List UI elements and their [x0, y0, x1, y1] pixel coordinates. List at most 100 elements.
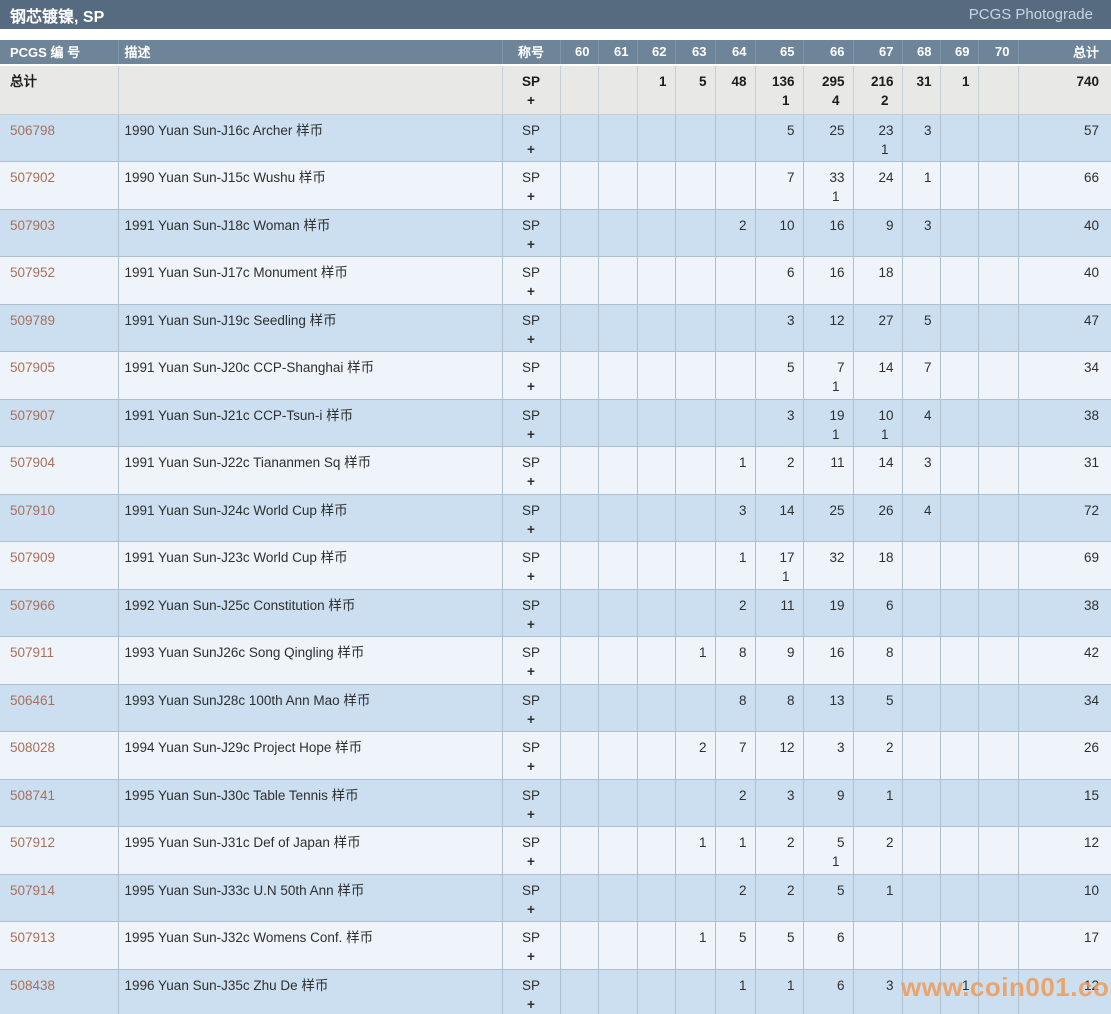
grade-60-count-cell — [560, 542, 598, 590]
pcgs-number-link[interactable]: 506798 — [10, 123, 55, 138]
table-row: 5079141995 Yuan Sun-J33c U.N 50th Ann 样币… — [0, 874, 1111, 922]
grade-60-count-cell — [560, 494, 598, 542]
grade-65-count-cell: 2 — [755, 874, 803, 922]
grade-69-count-cell — [940, 447, 978, 495]
pcgs-number-link[interactable]: 507903 — [10, 218, 55, 233]
grade-64-count-cell — [715, 114, 755, 162]
header-grade-63: 63 — [675, 40, 715, 65]
grade-65-count-cell: 1361 — [755, 65, 803, 114]
grade-70-count-cell — [978, 65, 1018, 114]
header-designation: 称号 — [502, 40, 560, 65]
grade-64-count-cell — [715, 399, 755, 447]
designation-plus: + — [503, 900, 560, 919]
grade-63-count-cell: 5 — [675, 65, 715, 114]
pcgs-number-link[interactable]: 508028 — [10, 740, 55, 755]
grade-62-count-cell — [637, 684, 675, 732]
grade-67-count-cell: 26 — [853, 494, 902, 542]
pcgs-number-link[interactable]: 508438 — [10, 978, 55, 993]
pcgs-number-link[interactable]: 507905 — [10, 360, 55, 375]
pcgs-number-link[interactable]: 509789 — [10, 313, 55, 328]
header-grade-60: 60 — [560, 40, 598, 65]
grade-65-count-cell: 171 — [755, 542, 803, 590]
grade-61-count-cell — [598, 969, 637, 1014]
grade-63-count-cell — [675, 589, 715, 637]
header-pcgs-number: PCGS 编 号 — [0, 40, 118, 65]
grade-70-count-cell — [978, 399, 1018, 447]
grade-68-count-cell — [902, 589, 940, 637]
grade-66-count-cell: 3 — [803, 732, 853, 780]
grade-64-count-cell: 8 — [715, 684, 755, 732]
designation-sp: SP — [503, 833, 560, 852]
row-total-cell: 34 — [1018, 684, 1111, 732]
grade-63-count-cell — [675, 257, 715, 305]
grade-66-count-cell: 32 — [803, 542, 853, 590]
grade-64-count-cell: 48 — [715, 65, 755, 114]
grade-60-count-cell — [560, 399, 598, 447]
pcgs-number-link[interactable]: 506461 — [10, 693, 55, 708]
row-total-cell: 12 — [1018, 969, 1111, 1014]
pcgs-number-link[interactable]: 507910 — [10, 503, 55, 518]
grade-63-count-cell — [675, 352, 715, 400]
grade-62-count-cell — [637, 304, 675, 352]
grade-60-count-cell — [560, 732, 598, 780]
pcgs-number-link[interactable]: 508741 — [10, 788, 55, 803]
pcgs-number-link[interactable]: 507966 — [10, 598, 55, 613]
designation-plus: + — [503, 377, 560, 396]
table-row: 5084381996 Yuan Sun-J35c Zhu De 样币SP+116… — [0, 969, 1111, 1014]
grade-66-count-cell: 191 — [803, 399, 853, 447]
grade-65-count-cell: 5 — [755, 114, 803, 162]
grade-67-count-cell: 2162 — [853, 65, 902, 114]
grade-69-count-cell — [940, 162, 978, 210]
pcgs-number-link[interactable]: 507912 — [10, 835, 55, 850]
pcgs-number-link[interactable]: 507913 — [10, 930, 55, 945]
pcgs-photograde-link[interactable]: PCGS Photograde — [969, 6, 1093, 23]
table-row: 5079031991 Yuan Sun-J18c Woman 样币SP+2101… — [0, 209, 1111, 257]
pcgs-number-link[interactable]: 507911 — [10, 645, 54, 660]
designation-plus: + — [503, 282, 560, 301]
grade-70-count-cell — [978, 874, 1018, 922]
grade-63-count-cell — [675, 542, 715, 590]
pcgs-number-link[interactable]: 507904 — [10, 455, 55, 470]
grade-64-count-cell: 1 — [715, 447, 755, 495]
coin-description: 1993 Yuan SunJ28c 100th Ann Mao 样币 — [118, 684, 502, 732]
grade-65-count-cell: 12 — [755, 732, 803, 780]
grade-66-count-cell: 51 — [803, 827, 853, 875]
grade-62-count-cell — [637, 542, 675, 590]
table-row: 5079051991 Yuan Sun-J20c CCP-Shanghai 样币… — [0, 352, 1111, 400]
grade-61-count-cell — [598, 114, 637, 162]
grade-67-count-cell: 27 — [853, 304, 902, 352]
grade-62-count-cell — [637, 494, 675, 542]
pcgs-number-link[interactable]: 507952 — [10, 265, 55, 280]
designation-sp: SP — [503, 358, 560, 377]
coin-description: 1995 Yuan Sun-J30c Table Tennis 样币 — [118, 779, 502, 827]
grade-68-count-cell: 1 — [902, 162, 940, 210]
row-total-cell: 26 — [1018, 732, 1111, 780]
grade-68-count-cell — [902, 874, 940, 922]
pcgs-number-link[interactable]: 507914 — [10, 883, 55, 898]
designation-sp: SP — [503, 216, 560, 235]
grade-62-count-cell — [637, 162, 675, 210]
grade-60-count-cell — [560, 589, 598, 637]
grade-70-count-cell — [978, 494, 1018, 542]
header-grade-70: 70 — [978, 40, 1018, 65]
grade-66-count-cell: 13 — [803, 684, 853, 732]
grade-65-count-cell: 14 — [755, 494, 803, 542]
row-total-cell: 66 — [1018, 162, 1111, 210]
row-total-cell: 69 — [1018, 542, 1111, 590]
pcgs-number-link[interactable]: 507907 — [10, 408, 55, 423]
designation-sp: SP — [503, 596, 560, 615]
row-total-cell: 34 — [1018, 352, 1111, 400]
pcgs-number-cell: 507905 — [0, 352, 118, 400]
designation-plus: + — [503, 805, 560, 824]
row-total-cell: 17 — [1018, 922, 1111, 970]
grade-69-count-cell — [940, 922, 978, 970]
designation-cell: SP+ — [502, 542, 560, 590]
pcgs-number-link[interactable]: 507902 — [10, 170, 55, 185]
pcgs-number-cell: 506461 — [0, 684, 118, 732]
pcgs-number-link[interactable]: 507909 — [10, 550, 55, 565]
coin-description: 1992 Yuan Sun-J25c Constitution 样币 — [118, 589, 502, 637]
grade-66-count-cell: 25 — [803, 494, 853, 542]
grade-70-count-cell — [978, 922, 1018, 970]
grade-68-count-cell: 5 — [902, 304, 940, 352]
grade-65-count-cell: 11 — [755, 589, 803, 637]
